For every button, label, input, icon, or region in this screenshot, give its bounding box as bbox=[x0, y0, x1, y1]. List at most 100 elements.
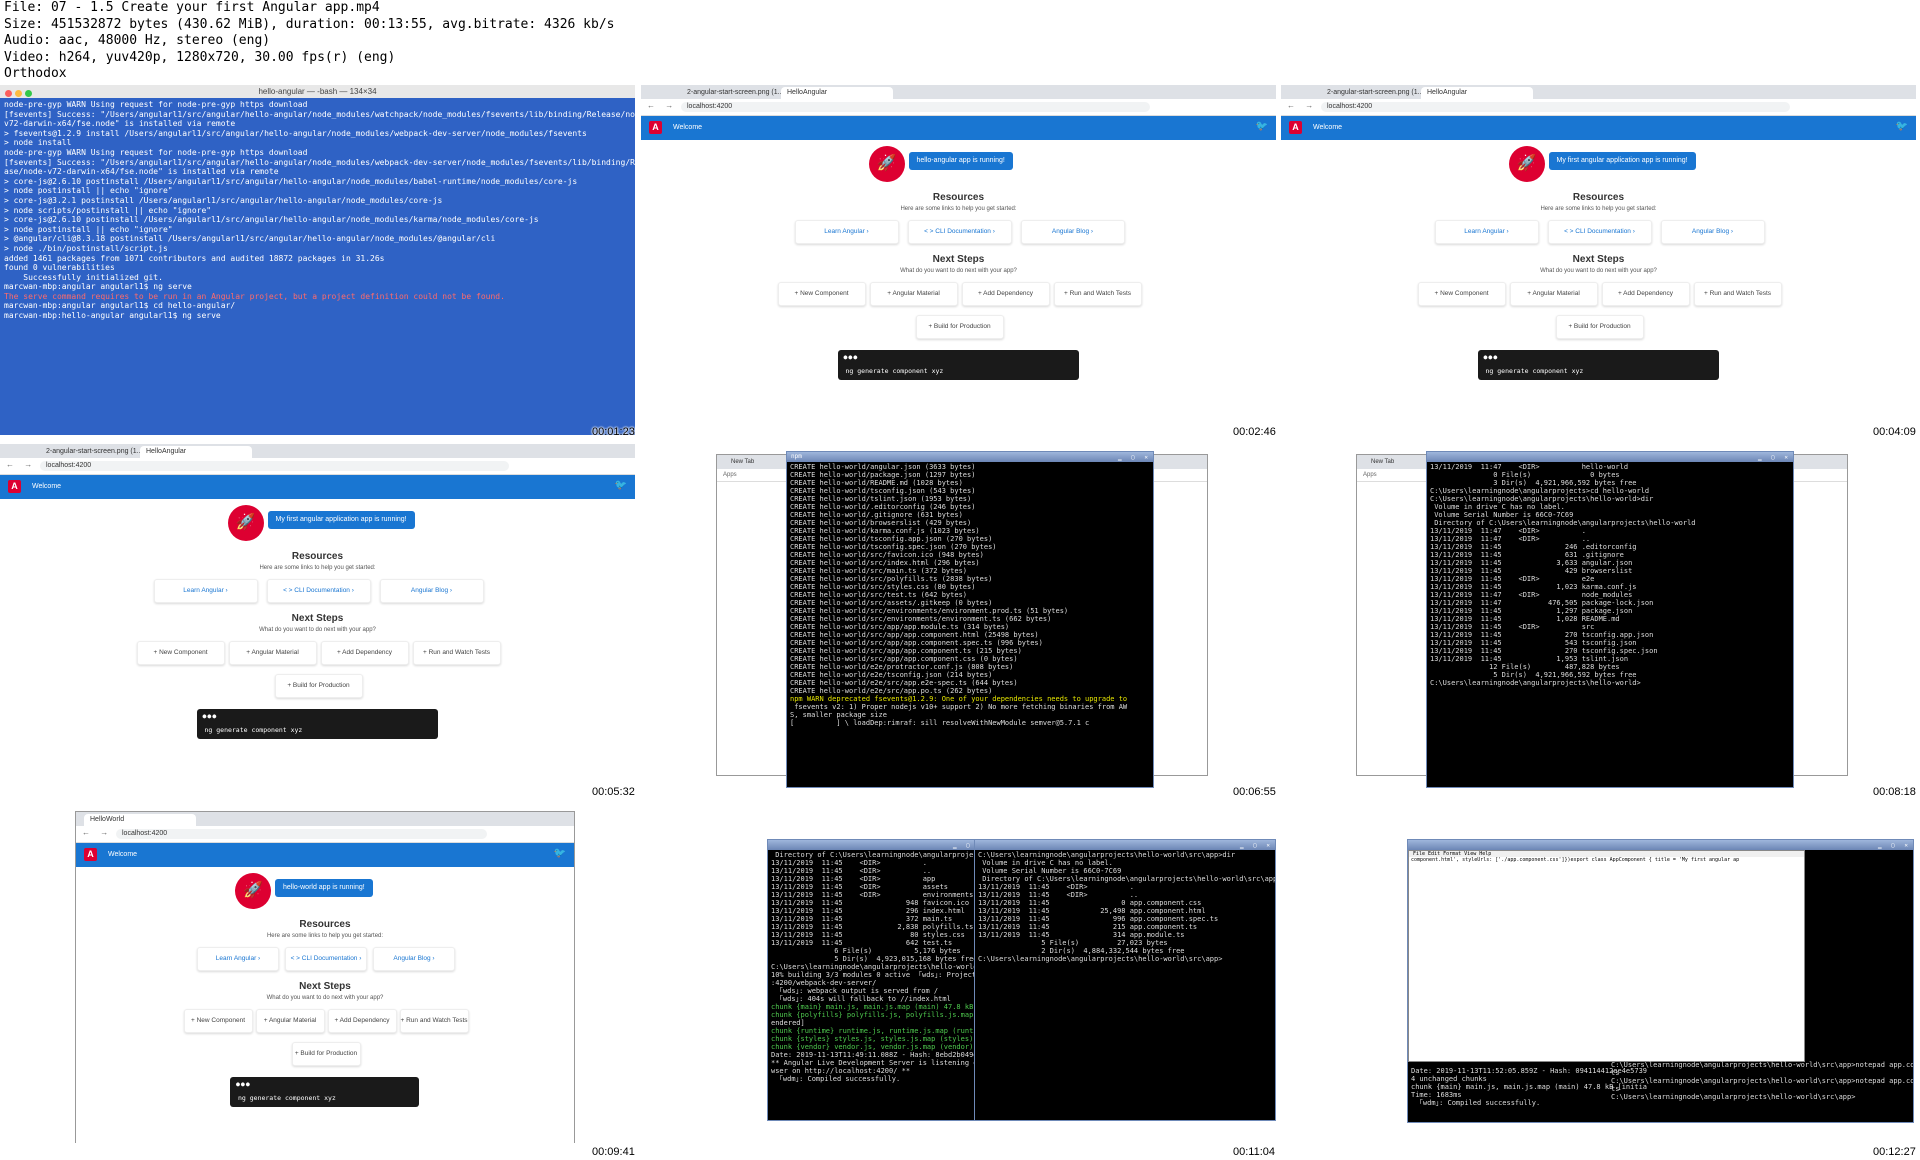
output-line: Date: 2019-11-13T11:49:11.088Z - Hash: 8… bbox=[771, 1051, 989, 1059]
run-tests-button[interactable]: + Run and Watch Tests bbox=[412, 641, 501, 665]
angular-material-button[interactable]: + Angular Material bbox=[1509, 282, 1598, 306]
build-production-button[interactable]: + Build for Production bbox=[291, 1042, 361, 1066]
output-line: CREATE hello-world/angular.json (3633 by… bbox=[790, 463, 976, 471]
thumbnail-terminal[interactable]: hello-angular — -bash — 134×34 node-pre-… bbox=[0, 85, 635, 435]
welcome-label: Welcome bbox=[673, 124, 703, 131]
build-production-button[interactable]: + Build for Production bbox=[915, 315, 1004, 339]
twitter-icon[interactable]: 🐦 bbox=[615, 480, 627, 491]
thumbnail-browser-3[interactable]: 2-angular-start-screen.png (1... HelloAng… bbox=[0, 444, 635, 794]
output-line: > @angular/cli@8.3.18 postinstall /Users… bbox=[4, 234, 496, 244]
cmd-output: 13/11/2019 11:47 <DIR> hello-world 0 Fil… bbox=[1427, 462, 1793, 688]
browser-tabs: 2-angular-start-screen.png (1... HelloAng… bbox=[1281, 85, 1916, 99]
thumbnail-cmd-dir[interactable]: New Tab Apps ▁ ▢ ✕ 13/11/2019 11:47 <DIR… bbox=[1281, 444, 1916, 794]
tab[interactable]: 2-angular-start-screen.png (1... bbox=[1321, 87, 1428, 99]
output-line: CREATE hello-world/package.json (1297 by… bbox=[790, 471, 976, 479]
app-content: 🚀 hello-world app is running! Resources Her… bbox=[76, 867, 574, 1153]
tab-active[interactable]: HelloWorld bbox=[84, 814, 196, 826]
output-line: 6 File(s) 5,176 bytes bbox=[771, 947, 961, 955]
thumbnail-cmd-create[interactable]: New Tab Apps npm ▁ ▢ ✕ CREATE hello-world… bbox=[641, 444, 1276, 794]
output-line: 13/11/2019 11:45 <DIR> src bbox=[1430, 623, 1595, 631]
output-line: S, smaller package size bbox=[790, 711, 887, 719]
resources-heading: Resources bbox=[932, 192, 985, 203]
url-input[interactable]: localhost:4200 bbox=[681, 102, 1151, 112]
angular-material-button[interactable]: + Angular Material bbox=[255, 1009, 325, 1033]
command-text: ng generate component xyz bbox=[238, 1094, 336, 1102]
new-component-button[interactable]: + New Component bbox=[136, 641, 225, 665]
output-line: 13/11/2019 11:45 1,028 README.md bbox=[1430, 615, 1620, 623]
output-line: Date: 2019-11-13T11:52:05.859Z - Hash: 0… bbox=[1411, 1067, 1648, 1075]
new-component-button[interactable]: + New Component bbox=[1417, 282, 1506, 306]
running-banner: My first angular application app is runn… bbox=[267, 511, 415, 529]
output-line: Volume Serial Number is 66C0-7C69 bbox=[1430, 511, 1574, 519]
new-component-button[interactable]: + New Component bbox=[183, 1009, 253, 1033]
output-line: 13/11/2019 11:45 270 tsconfig.spec.json bbox=[1430, 647, 1658, 655]
tab[interactable]: 2-angular-start-screen.png (1... bbox=[40, 446, 147, 458]
add-dependency-button[interactable]: + Add Dependency bbox=[961, 282, 1050, 306]
twitter-icon[interactable]: 🐦 bbox=[554, 848, 566, 859]
learn-angular-card[interactable]: Learn Angular › bbox=[794, 220, 899, 244]
thumbnail-cmd-serve[interactable]: ▁ ▢ ✕ Directory of C:\Users\learningnode… bbox=[641, 803, 1276, 1153]
url-input[interactable]: localhost:4200 bbox=[1321, 102, 1791, 112]
output-line: > node scripts/postinstall || echo "igno… bbox=[4, 205, 212, 215]
twitter-icon[interactable]: 🐦 bbox=[1896, 121, 1908, 132]
angular-blog-card[interactable]: Angular Blog › bbox=[1020, 220, 1125, 244]
thumbnail-browser-2[interactable]: 2-angular-start-screen.png (1... HelloAng… bbox=[1281, 85, 1916, 435]
angular-blog-card[interactable]: Angular Blog › bbox=[373, 947, 455, 971]
app-content: 🚀 My first angular application app is run… bbox=[1281, 140, 1916, 435]
output-line: CREATE hello-world/karma.conf.js (1023 b… bbox=[790, 527, 980, 535]
output-line: chunk {main} main.js, main.js.map (main)… bbox=[771, 1003, 989, 1011]
learn-angular-card[interactable]: Learn Angular › bbox=[153, 579, 258, 603]
output-line: 13/11/2019 11:45 <DIR> environments bbox=[771, 891, 974, 899]
angular-blog-card[interactable]: Angular Blog › bbox=[1660, 220, 1765, 244]
thumbnail-browser-hello-world[interactable]: HelloWorld ← → ⟳ localhost:4200 A Welcome 🐦 🚀 h… bbox=[0, 803, 635, 1153]
notepad-text[interactable]: component.html', styleUrls: ['./app.comp… bbox=[1409, 857, 1804, 863]
output-line: 13/11/2019 11:47 476,505 package-lock.js… bbox=[1430, 599, 1654, 607]
browser-tabs: 2-angular-start-screen.png (1... HelloAng… bbox=[0, 444, 635, 458]
output-line: chunk {runtime} runtime.js, runtime.js.m… bbox=[771, 1027, 989, 1035]
browser-window: 2-angular-start-screen.png (1... HelloAng… bbox=[0, 444, 635, 794]
output-line: npm WARN deprecated fsevents@1.2.9: One … bbox=[790, 695, 1128, 703]
cli-docs-card[interactable]: < > CLI Documentation › bbox=[266, 579, 371, 603]
add-dependency-button[interactable]: + Add Dependency bbox=[327, 1009, 397, 1033]
output-line: 13/11/2019 11:47 <DIR> .. bbox=[1430, 535, 1591, 543]
url-input[interactable]: localhost:4200 bbox=[40, 461, 510, 471]
cli-docs-card[interactable]: < > CLI Documentation › bbox=[1547, 220, 1652, 244]
angular-blog-card[interactable]: Angular Blog › bbox=[379, 579, 484, 603]
learn-angular-card[interactable]: Learn Angular › bbox=[1434, 220, 1539, 244]
output-line: 5 File(s) 27,023 bytes bbox=[978, 939, 1168, 947]
cli-docs-card[interactable]: < > CLI Documentation › bbox=[907, 220, 1012, 244]
tab-active[interactable]: HelloAngular bbox=[140, 446, 252, 458]
run-tests-button[interactable]: + Run and Watch Tests bbox=[1053, 282, 1142, 306]
error-line: The serve command requires to be run in … bbox=[4, 291, 505, 301]
learn-angular-card[interactable]: Learn Angular › bbox=[197, 947, 279, 971]
browser-window: 2-angular-start-screen.png (1... HelloAng… bbox=[641, 85, 1276, 435]
notepad-window[interactable]: File Edit Format View Help component.htm… bbox=[1408, 850, 1805, 1062]
thumbnail-browser-1[interactable]: 2-angular-start-screen.png (1... HelloAng… bbox=[641, 85, 1276, 435]
output-line: CREATE hello-world/src/test.ts (642 byte… bbox=[790, 591, 968, 599]
output-line: CREATE hello-world/src/styles.css (80 by… bbox=[790, 583, 976, 591]
tab-active[interactable]: HelloAngular bbox=[1421, 87, 1533, 99]
output-line: C:\Users\learningnode\angularprojects>cd… bbox=[1430, 487, 1650, 495]
build-production-button[interactable]: + Build for Production bbox=[274, 674, 363, 698]
angular-logo-icon: A bbox=[1289, 121, 1302, 134]
tab[interactable]: 2-angular-start-screen.png (1... bbox=[681, 87, 788, 99]
build-production-button[interactable]: + Build for Production bbox=[1555, 315, 1644, 339]
output-line: C:\Users\learningnode\angularprojects\he… bbox=[978, 851, 1236, 859]
twitter-icon[interactable]: 🐦 bbox=[1256, 121, 1268, 132]
output-line: CREATE hello-world/src/polyfills.ts (283… bbox=[790, 575, 993, 583]
cmd-output: C:\Users\learningnode\angularprojects\he… bbox=[975, 850, 1275, 964]
add-dependency-button[interactable]: + Add Dependency bbox=[320, 641, 409, 665]
url-input[interactable]: localhost:4200 bbox=[116, 829, 487, 839]
command-text: ng generate component xyz bbox=[845, 367, 944, 375]
tab-active[interactable]: HelloAngular bbox=[781, 87, 893, 99]
add-dependency-button[interactable]: + Add Dependency bbox=[1601, 282, 1690, 306]
thumbnail-notepad[interactable]: ▁ ▢ ✕ File Edit Format View Help compone… bbox=[1281, 803, 1916, 1153]
app-toolbar: A Welcome 🐦 bbox=[0, 475, 635, 499]
run-tests-button[interactable]: + Run and Watch Tests bbox=[399, 1009, 469, 1033]
angular-material-button[interactable]: + Angular Material bbox=[228, 641, 317, 665]
cli-docs-card[interactable]: < > CLI Documentation › bbox=[285, 947, 367, 971]
angular-material-button[interactable]: + Angular Material bbox=[869, 282, 958, 306]
run-tests-button[interactable]: + Run and Watch Tests bbox=[1693, 282, 1782, 306]
new-component-button[interactable]: + New Component bbox=[777, 282, 866, 306]
output-line: 13/11/2019 11:45 3,633 angular.json bbox=[1430, 559, 1633, 567]
